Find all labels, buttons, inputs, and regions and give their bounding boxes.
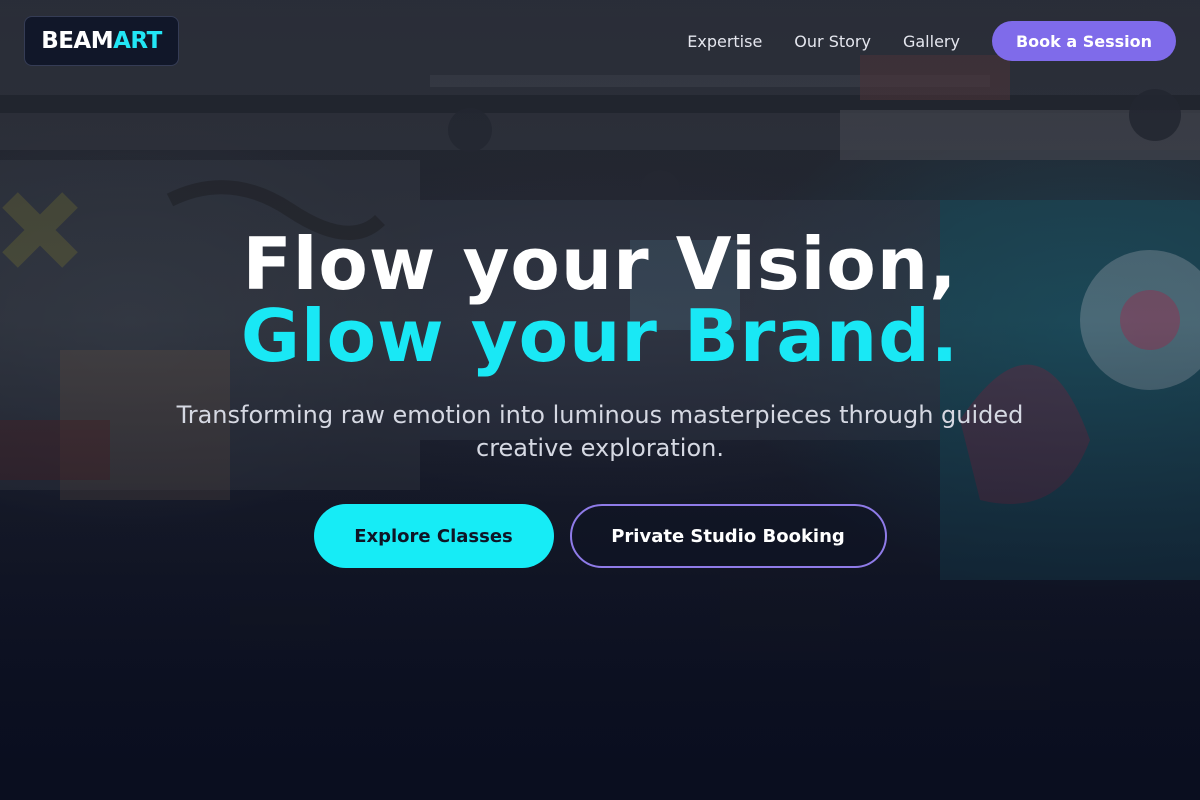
top-navigation: Expertise Our Story Gallery Book a Sessi…	[687, 21, 1176, 61]
hero-section: BEAM ART Expertise Our Story Gallery Book…	[0, 0, 1200, 800]
nav-link-our-story[interactable]: Our Story	[794, 32, 871, 51]
private-studio-booking-button[interactable]: Private Studio Booking	[569, 504, 887, 568]
hero-headline: Flow your Vision, Glow your Brand.	[0, 228, 1200, 372]
explore-classes-button[interactable]: Explore Classes	[313, 504, 554, 568]
hero-subtitle: Transforming raw emotion into luminous m…	[176, 401, 1024, 462]
headline-line-1: Flow your Vision,	[242, 222, 958, 306]
logo-text-beam: BEAM	[41, 28, 114, 54]
brand-logo[interactable]: BEAM ART	[24, 16, 179, 66]
nav-link-gallery[interactable]: Gallery	[903, 32, 960, 51]
hero-buttons: Explore Classes Private Studio Booking	[0, 504, 1200, 568]
logo-text-art: ART	[113, 28, 162, 54]
nav-link-expertise[interactable]: Expertise	[687, 32, 762, 51]
book-session-button[interactable]: Book a Session	[991, 21, 1176, 61]
headline-line-2: Glow your Brand.	[240, 294, 960, 378]
